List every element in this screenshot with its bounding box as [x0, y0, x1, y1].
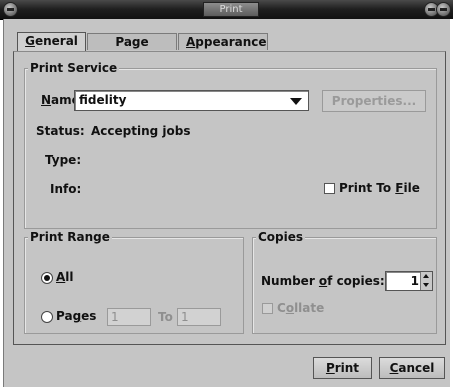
title-bar: Print: [0, 0, 453, 20]
info-label: Info:: [50, 182, 82, 196]
copies-title: Copies: [256, 230, 306, 244]
tab-appearance-label: ppearance: [195, 35, 267, 49]
tab-page-setup[interactable]: Page Setup: [87, 33, 177, 66]
chevron-down-icon[interactable]: [290, 98, 302, 105]
all-label[interactable]: All: [56, 270, 74, 284]
pages-text: Pa: [56, 309, 73, 323]
type-label: Type:: [45, 153, 82, 167]
print-button-label: rint: [334, 361, 360, 375]
print-button[interactable]: Print: [313, 357, 372, 379]
pages-to-field[interactable]: 1: [177, 308, 221, 326]
collate-text: C: [277, 301, 286, 315]
tab-general-mnemonic: G: [25, 34, 35, 48]
print-mnemonic: P: [325, 361, 335, 375]
name-label-mnemonic: N: [41, 93, 52, 107]
properties-button[interactable]: Properties...: [322, 90, 426, 112]
spin-down-icon[interactable]: [420, 281, 432, 290]
collate-checkbox[interactable]: [262, 303, 273, 314]
print-dialog: General Page Setup Appearance Print Serv…: [3, 19, 452, 387]
copies-group: Copies Number of copies: 1 Collate: [252, 230, 437, 334]
print-to-file-text-end: ile: [403, 181, 420, 195]
general-panel: Print Service Name: fidelity Properties.…: [13, 51, 446, 345]
number-of-copies-label: Number of copies:: [261, 274, 385, 288]
number-of-copies-text-end: f copies:: [327, 274, 385, 288]
print-to-file-checkbox[interactable]: [324, 183, 335, 194]
cancel-button[interactable]: Cancel: [379, 357, 445, 379]
copies-spinner[interactable]: 1: [385, 271, 433, 291]
print-to-file-text: Print To: [339, 181, 396, 195]
to-label: To: [158, 310, 173, 324]
copies-value: 1: [410, 274, 419, 288]
tab-appearance[interactable]: Appearance: [178, 33, 268, 50]
window-menu-icon[interactable]: [3, 2, 18, 17]
all-text: ll: [65, 270, 74, 284]
pages-text-end: es: [81, 309, 97, 323]
collate-mnemonic: o: [285, 301, 295, 315]
pages-from-field[interactable]: 1: [107, 308, 151, 326]
pages-label[interactable]: Pages: [56, 309, 96, 323]
all-mnemonic: A: [56, 270, 66, 284]
print-range-group: Print Range All Pages 1 To 1: [24, 230, 244, 334]
tab-page-setup-label-pre: Page: [115, 35, 149, 49]
cancel-button-label: ancel: [398, 361, 435, 375]
collate-text-end: llate: [294, 301, 325, 315]
all-radio[interactable]: [41, 272, 53, 284]
number-of-copies-text: Number: [261, 274, 319, 288]
print-service-title: Print Service: [28, 61, 120, 75]
printer-select-value: fidelity: [79, 93, 127, 107]
print-to-file-mnemonic: F: [395, 181, 404, 195]
print-range-title: Print Range: [28, 230, 112, 244]
tab-general[interactable]: General: [17, 32, 86, 51]
status-value: Accepting jobs: [91, 124, 191, 138]
tab-general-label: eneral: [34, 34, 78, 48]
print-to-file-label[interactable]: Print To File: [339, 181, 420, 195]
collate-label[interactable]: Collate: [277, 301, 324, 315]
number-of-copies-mnemonic: o: [318, 274, 328, 288]
printer-select[interactable]: fidelity: [74, 90, 309, 111]
pages-mnemonic: g: [72, 309, 82, 323]
print-service-group: Print Service Name: fidelity Properties.…: [24, 61, 437, 229]
tab-appearance-mnemonic: A: [186, 35, 196, 49]
pages-radio[interactable]: [41, 311, 53, 323]
window-title: Print: [203, 2, 259, 17]
close-icon[interactable]: [436, 2, 451, 17]
status-label: Status:: [36, 124, 85, 138]
